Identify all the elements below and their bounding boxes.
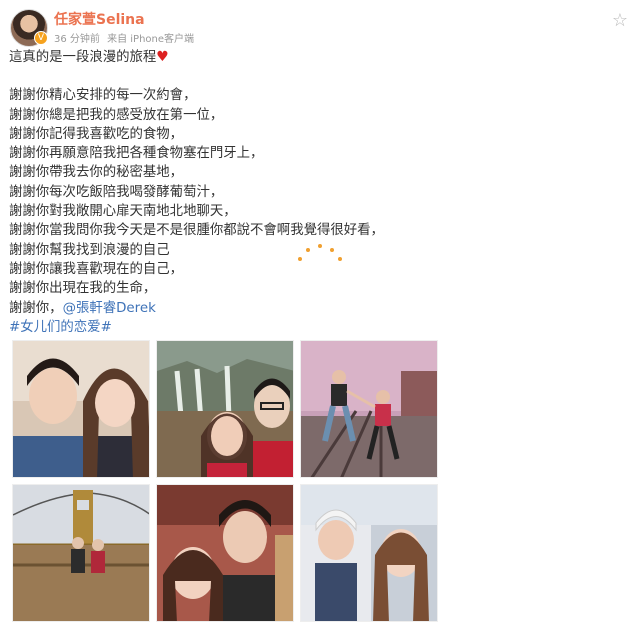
post-line-text: 謝謝你， xyxy=(9,300,63,316)
post-meta: 36 分钟前 来自 iPhone客户端 xyxy=(54,30,198,45)
photo-6[interactable] xyxy=(300,484,438,622)
post-line-text: 這真的是一段浪漫的旅程 xyxy=(9,50,157,65)
post-line: 這真的是一段浪漫的旅程♥ xyxy=(9,48,619,67)
post-time[interactable]: 36 分钟前 xyxy=(54,34,100,45)
post-content: 這真的是一段浪漫的旅程♥ 謝謝你精心安排的每一次約會， 謝謝你總是把我的感受放在… xyxy=(9,48,619,337)
photo-1[interactable] xyxy=(12,340,150,478)
post-line: 謝謝你對我敞開心扉天南地北地聊天， xyxy=(9,204,237,220)
mention-link[interactable]: @張軒睿Derek xyxy=(63,301,156,316)
post-line: #女儿们的恋爱# xyxy=(9,318,619,337)
post-line: 謝謝你當我問你我今天是不是很腫你都說不會啊我覺得很好看， xyxy=(9,223,384,239)
post-line: 謝謝你記得我喜歡吃的食物， xyxy=(9,126,184,142)
topic-link[interactable]: #女儿们的恋爱# xyxy=(9,320,112,335)
post-line: 謝謝你，@張軒睿Derek xyxy=(9,299,619,318)
verified-badge-icon: V xyxy=(34,31,48,45)
loading-spinner-icon xyxy=(294,241,346,267)
photo-4[interactable] xyxy=(12,484,150,622)
photo-5[interactable] xyxy=(156,484,294,622)
post-line: 謝謝你總是把我的感受放在第一位， xyxy=(9,107,224,123)
post-line: 謝謝你再願意陪我把各種食物塞在門牙上， xyxy=(9,146,264,162)
post-line: 謝謝你帶我去你的秘密基地， xyxy=(9,165,184,181)
photo-grid xyxy=(12,340,438,622)
post-line: 謝謝你每次吃飯陪我喝發酵葡萄汁， xyxy=(9,184,224,200)
post-line: 謝謝你精心安排的每一次約會， xyxy=(9,88,197,104)
photo-3[interactable] xyxy=(300,340,438,478)
post-line: 謝謝你出現在我的生命， xyxy=(9,281,157,297)
post-source[interactable]: 来自 iPhone客户端 xyxy=(107,34,194,45)
photo-2[interactable] xyxy=(156,340,294,478)
username-link[interactable]: 任家萱Selina xyxy=(54,9,145,29)
star-icon[interactable]: ☆ xyxy=(612,10,628,31)
heart-icon: ♥ xyxy=(156,49,169,65)
